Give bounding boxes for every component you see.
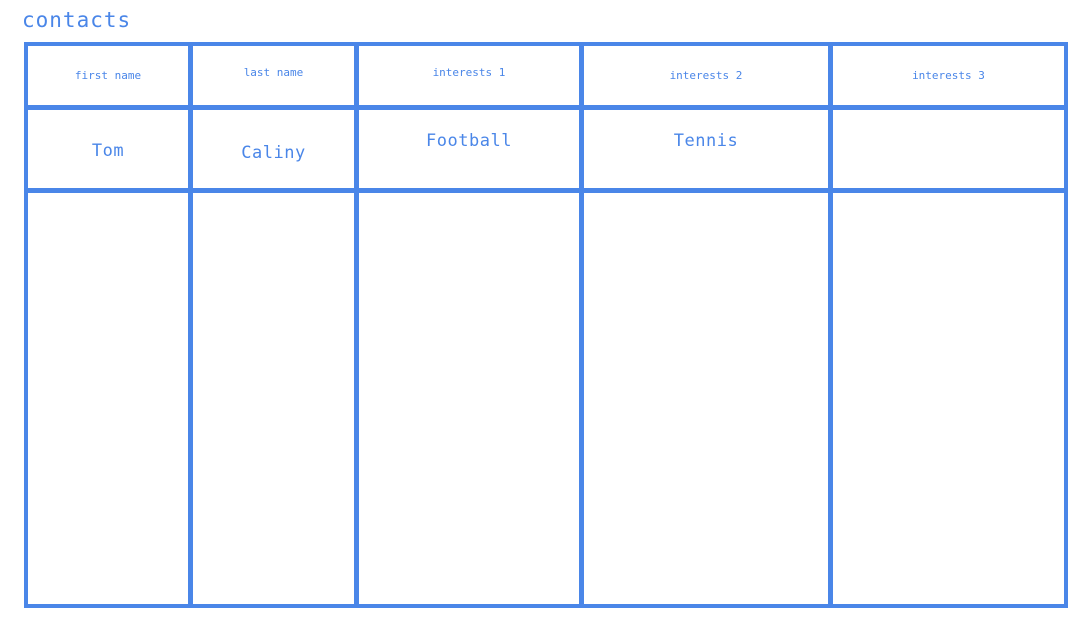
table-cell-last-name: Caliny [241,142,306,163]
table-cell-first-name: Tom [91,140,125,161]
table-cell-interests-2: Tennis [673,130,739,151]
column-header-interests-1: interests 1 [432,66,506,79]
column-header-interests-2: interests 2 [669,69,743,82]
column-header-interests-3: interests 3 [912,69,985,82]
table-cell-interests-3 [833,112,1064,189]
table-cell-interests-1: Football [426,130,512,151]
column-header-first-name: first name [74,69,142,82]
page-title: contacts [22,8,132,32]
contacts-table: first name last name interests 1 interes… [24,42,1068,608]
column-header-last-name: last name [243,66,304,79]
